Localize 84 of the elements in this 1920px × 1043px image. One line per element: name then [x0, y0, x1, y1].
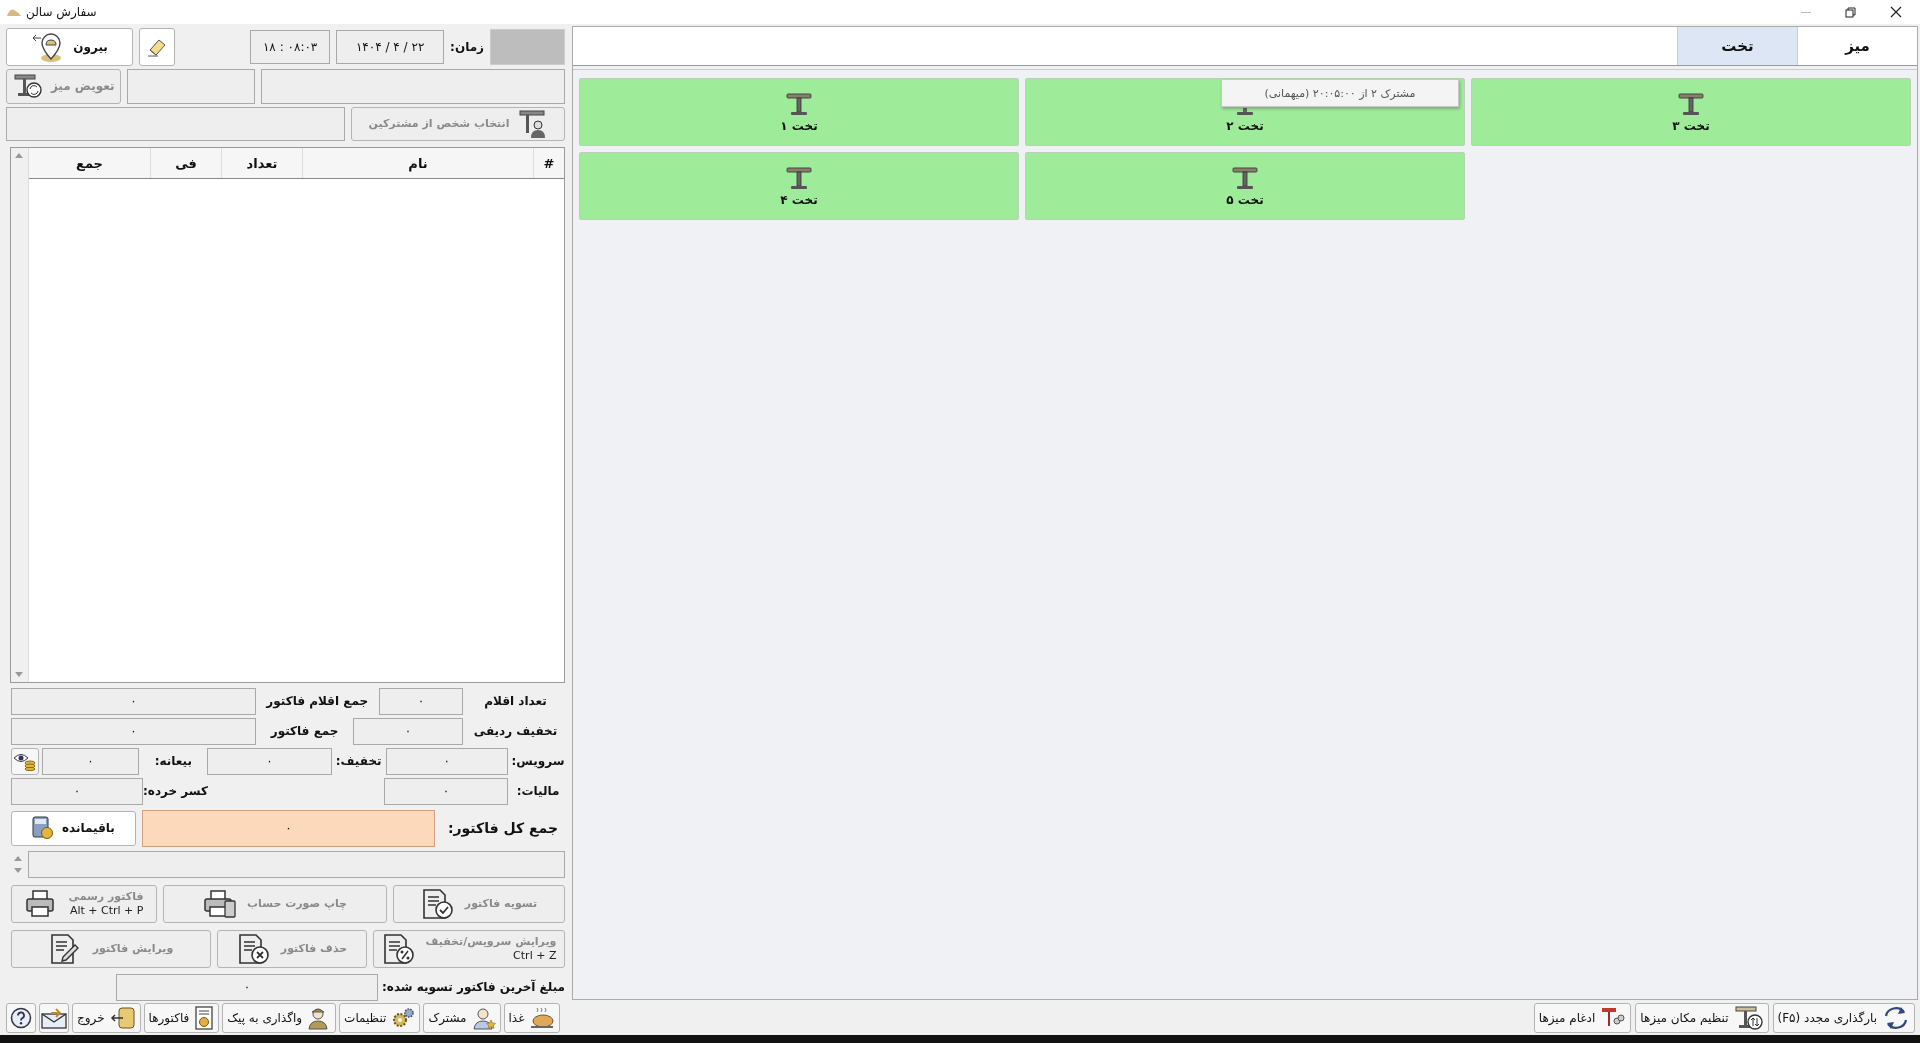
table-swap-icon	[12, 73, 43, 100]
amount-field[interactable]: ۰	[378, 688, 463, 715]
total-field: ۰	[141, 810, 435, 847]
eye-coins-icon	[12, 751, 37, 772]
help-icon	[10, 1007, 32, 1029]
toolbar-button[interactable]: فاکتورها	[143, 1003, 220, 1033]
amount-field[interactable]: ۰	[41, 748, 140, 775]
text-field[interactable]	[260, 69, 565, 104]
invoice-icon	[194, 1006, 215, 1030]
eraser-button[interactable]	[139, 28, 175, 66]
total-label: جمع کل فاکتور:	[446, 819, 560, 839]
amount-field[interactable]: ۰	[207, 748, 332, 775]
toolbar-button[interactable]: بارگذاری مجدد (F۵)	[1772, 1003, 1915, 1033]
time-label: زمان:	[450, 40, 484, 54]
field-label: جمع اقلام فاکتور	[264, 694, 370, 709]
customer-field[interactable]	[6, 106, 345, 142]
time-field: ۱۸ : ۰۸:۰۳	[250, 30, 331, 64]
toolbar-button[interactable]: واگذاری به پیک	[222, 1003, 337, 1033]
roast-chicken-icon	[529, 1006, 556, 1030]
minimize-icon[interactable]	[1801, 11, 1811, 13]
table-icon	[784, 165, 814, 192]
calculator-coin-icon	[31, 816, 54, 841]
bed-tile[interactable]: تخت ۵	[1025, 152, 1465, 220]
text-field[interactable]	[127, 69, 255, 104]
tab[interactable]: تخت	[1677, 27, 1797, 65]
field-label: جمع فاکتور	[269, 724, 340, 739]
customer-table-icon	[517, 108, 548, 139]
mail-button[interactable]	[39, 1003, 69, 1033]
mail-icon	[41, 1007, 67, 1029]
bed-tile[interactable]: تخت ۱	[579, 78, 1019, 146]
close-icon[interactable]	[1890, 6, 1902, 18]
column-header: جمع	[75, 154, 104, 173]
document-check-icon	[420, 888, 455, 920]
table-icon	[1237, 108, 1253, 118]
exit-icon	[109, 1007, 136, 1029]
column-header: تعداد	[221, 148, 302, 179]
amount-field[interactable]: ۰	[384, 778, 508, 805]
field-label: سرویس:	[511, 754, 565, 769]
field-label: مبلغ آخرین فاکتور تسویه شده:	[382, 980, 565, 995]
field-label: بیعانه:	[153, 754, 193, 769]
toolbar-button[interactable]: تنظیم مکان میزها	[1635, 1003, 1769, 1033]
toolbar-button[interactable]: خروج	[72, 1003, 141, 1033]
amount-field[interactable]: ۰	[385, 748, 508, 775]
printer-calculator-icon	[203, 889, 237, 919]
eraser-icon	[146, 37, 168, 57]
table-icon	[1230, 165, 1260, 192]
field-label: کسر خرده:	[146, 784, 208, 799]
gears-icon	[391, 1006, 416, 1030]
toolbar-button[interactable]: تنظیمات	[339, 1003, 421, 1033]
amount-field: ۰	[116, 974, 378, 1001]
out-button[interactable]: بیرون	[6, 28, 133, 66]
toolbar-button[interactable]: مشترک	[423, 1003, 501, 1033]
field-label: تخفیف:	[334, 754, 383, 769]
table-icon	[1676, 91, 1706, 118]
amount-field[interactable]: ۰	[11, 688, 256, 715]
user-star-icon	[471, 1006, 496, 1030]
toolbar-button[interactable]: ادغام میزها	[1533, 1003, 1632, 1033]
toolbar-button[interactable]: غذا	[503, 1003, 561, 1033]
field-label: تخفیف ردیفی	[472, 724, 559, 739]
bed-tile[interactable]: تخت ۴	[579, 152, 1019, 220]
column-header: نام	[302, 148, 533, 179]
bed-tile[interactable]: تخت ۳	[1471, 78, 1911, 146]
refresh-icon	[1882, 1005, 1910, 1031]
restore-icon[interactable]	[1845, 6, 1856, 18]
table-icon	[784, 91, 814, 118]
window-title: سفارش سالن	[26, 5, 97, 19]
view-coins-button[interactable]	[11, 748, 39, 775]
table-arrows-icon	[1733, 1005, 1764, 1031]
amount-field[interactable]: ۰	[11, 718, 257, 745]
field-label: تعداد اقلام	[483, 694, 548, 709]
amount-field[interactable]: ۰	[353, 718, 463, 745]
app-icon	[6, 7, 22, 17]
document-percent-icon	[381, 933, 416, 965]
scrollbar[interactable]	[11, 148, 29, 682]
note-field[interactable]	[28, 851, 565, 878]
column-header: #	[533, 148, 564, 179]
document-delete-icon	[236, 933, 271, 965]
tooltip: مشترک ۲ از ۲۰:۰۵:۰۰ (میهمانی)	[1221, 79, 1459, 107]
date-field: ۱۴۰۴ / ۴ / ۲۲	[336, 30, 445, 64]
amount-field[interactable]: ۰	[11, 778, 143, 805]
help-button[interactable]	[6, 1003, 36, 1033]
column-header: فی	[150, 148, 221, 179]
remaining-button[interactable]: باقیمانده	[11, 811, 136, 846]
field-label: مالیات:	[515, 784, 561, 799]
